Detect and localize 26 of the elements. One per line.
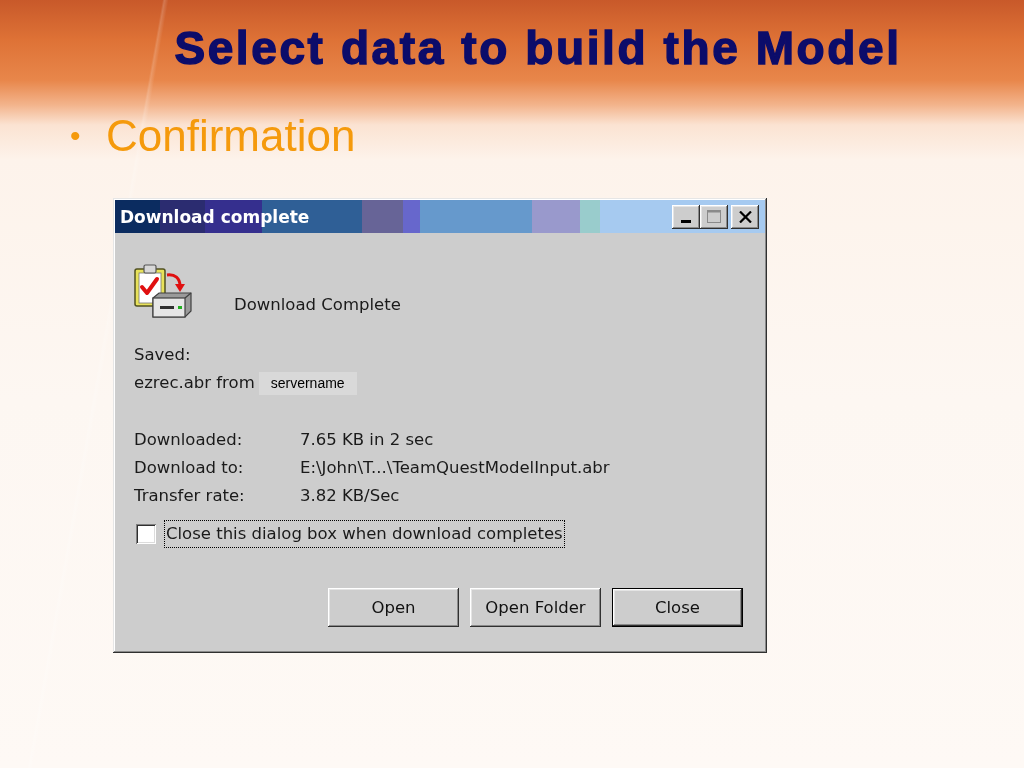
detail-value: 7.65 KB in 2 sec — [300, 429, 435, 451]
detail-value: E:\John\T...\TeamQuestModelInput.abr — [300, 457, 611, 479]
detail-label: Download to: — [134, 457, 245, 479]
detail-value: 3.82 KB/Sec — [300, 485, 401, 507]
checkbox-label[interactable]: Close this dialog box when download completes — [164, 520, 565, 548]
close-button[interactable] — [731, 204, 759, 229]
close-icon — [738, 210, 752, 223]
download-complete-icon — [133, 262, 193, 320]
maximize-button[interactable] — [700, 204, 728, 229]
bullet-text: Confirmation — [106, 111, 356, 161]
detail-label: Transfer rate: — [134, 485, 246, 507]
maximize-icon — [707, 210, 721, 223]
detail-label: Downloaded: — [134, 429, 244, 451]
dialog-button[interactable]: Open — [328, 588, 459, 627]
window-title: Download complete — [120, 205, 310, 229]
minimize-button[interactable] — [672, 204, 700, 229]
dialog-button[interactable]: Open Folder — [470, 588, 601, 627]
server-name-label: servername — [258, 371, 357, 395]
download-heading: Download Complete — [234, 294, 401, 316]
minimize-icon — [681, 220, 691, 223]
checkbox[interactable] — [136, 524, 156, 544]
bullet-marker: • — [70, 118, 82, 154]
dialog-button[interactable]: Close — [612, 588, 743, 627]
slide-title: Select data to build the Model — [174, 22, 902, 74]
saved-label: Saved: — [134, 344, 191, 366]
saved-file-text: ezrec.abr from — [134, 372, 255, 394]
